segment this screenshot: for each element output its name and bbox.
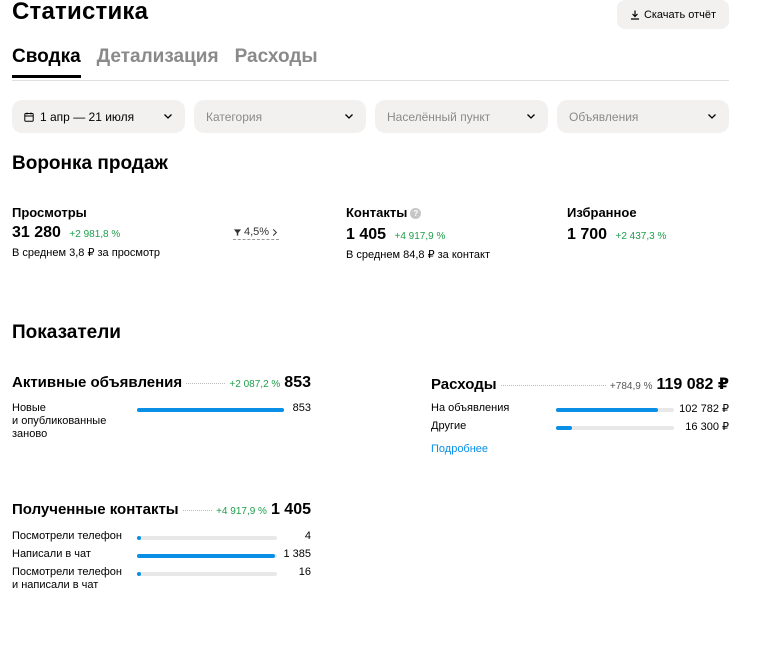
phone-views-bar-fill <box>137 536 141 540</box>
expenses-other-bar-fill <box>556 426 572 430</box>
favorites-label: Избранное <box>567 205 637 220</box>
tab-summary[interactable]: Сводка <box>12 46 81 78</box>
tab-expenses[interactable]: Расходы <box>235 46 318 78</box>
phone-views-value: 4 <box>304 530 311 542</box>
category-placeholder: Категория <box>206 109 263 124</box>
active-ads-row-label: Новые и опубликованные заново <box>12 402 107 440</box>
active-ads-delta: +2 087,2 % <box>229 379 281 390</box>
expenses-label: Расходы <box>431 376 497 393</box>
download-report-label: Скачать отчёт <box>643 8 717 21</box>
views-value: 31 280 <box>12 224 61 241</box>
contacts-metric-header: Контакты? <box>346 205 422 220</box>
received-contacts-label: Полученные контакты <box>12 501 179 518</box>
calendar-icon <box>24 112 34 122</box>
views-conversion[interactable]: 4,5% <box>233 226 280 240</box>
chat-messages-value: 1 385 <box>283 548 311 560</box>
views-delta: +2 981,8 % <box>69 229 121 240</box>
filter-funnel-icon <box>233 228 242 236</box>
ads-placeholder: Объявления <box>569 109 639 124</box>
chevron-down-icon <box>527 114 535 119</box>
active-ads-value: 853 <box>284 374 311 391</box>
ads-filter[interactable]: Объявления <box>557 100 729 133</box>
contacts-value: 1 405 <box>346 226 387 243</box>
phone-and-chat-bar-fill <box>137 572 141 576</box>
conversion-value: 4,5% <box>244 226 270 238</box>
views-metric: 31 280 +2 981,8 % <box>12 224 120 242</box>
expenses-delta: +784,9 % <box>609 381 653 392</box>
page-title: Статистика <box>12 0 149 25</box>
funnel-title: Воронка продаж <box>12 153 168 174</box>
expenses-ads-label: На объявления <box>431 402 510 414</box>
leader-dots <box>186 383 226 384</box>
expenses-more-link[interactable]: Подробнее <box>431 443 488 455</box>
expenses-other-label: Другие <box>431 420 467 432</box>
tab-details[interactable]: Детализация <box>97 46 219 78</box>
received-contacts-value: 1 405 <box>270 501 311 518</box>
date-range-filter[interactable]: 1 апр — 21 июля <box>12 100 185 133</box>
favorites-value: 1 700 <box>567 226 608 243</box>
active-ads-header: Активные объявления +2 087,2 % 853 <box>12 374 311 392</box>
active-ads-row-value: 853 <box>292 402 311 414</box>
date-range-value: 1 апр — 21 июля <box>40 109 135 124</box>
phone-and-chat-label: Посмотрели телефон и написали в чат <box>12 566 122 591</box>
favorites-metric: 1 700 +2 437,3 % <box>567 226 666 244</box>
views-label: Просмотры <box>12 205 87 220</box>
leader-dots <box>500 385 606 386</box>
received-contacts-header: Полученные контакты +4 917,9 % 1 405 <box>12 501 311 519</box>
contacts-delta: +4 917,9 % <box>394 231 446 242</box>
expenses-ads-bar-fill <box>556 408 658 412</box>
city-filter[interactable]: Населённый пункт <box>375 100 548 133</box>
indicators-title: Показатели <box>12 322 121 343</box>
expenses-header: Расходы +784,9 % 119 082 ₽ <box>431 374 729 394</box>
download-report-button[interactable]: Скачать отчёт <box>617 0 729 29</box>
help-icon[interactable]: ? <box>410 208 422 219</box>
expenses-ads-value: 102 782 ₽ <box>679 403 729 415</box>
favorites-delta: +2 437,3 % <box>615 231 667 242</box>
tab-bar: Сводка Детализация Расходы <box>12 46 318 78</box>
contacts-label: Контакты <box>346 205 408 220</box>
contacts-average: В среднем 84,8 ₽ за контакт <box>346 249 490 261</box>
expenses-other-value: 16 300 ₽ <box>685 421 729 433</box>
expenses-value: 119 082 ₽ <box>656 376 729 393</box>
views-average: В среднем 3,8 ₽ за просмотр <box>12 247 161 259</box>
category-filter[interactable]: Категория <box>194 100 366 133</box>
contacts-metric: 1 405 +4 917,9 % <box>346 226 445 244</box>
download-icon <box>630 10 639 20</box>
chevron-down-icon <box>708 114 716 119</box>
tabs-divider <box>12 80 729 81</box>
chevron-down-icon <box>345 114 353 119</box>
chevron-right-icon <box>272 228 278 236</box>
leader-dots <box>182 510 213 511</box>
received-contacts-delta: +4 917,9 % <box>216 506 267 517</box>
phone-views-label: Посмотрели телефон <box>12 530 122 542</box>
chevron-down-icon <box>164 114 172 119</box>
active-ads-label: Активные объявления <box>12 374 183 391</box>
chat-messages-label: Написали в чат <box>12 548 91 560</box>
city-placeholder: Населённый пункт <box>387 109 491 124</box>
phone-and-chat-value: 16 <box>298 566 311 578</box>
